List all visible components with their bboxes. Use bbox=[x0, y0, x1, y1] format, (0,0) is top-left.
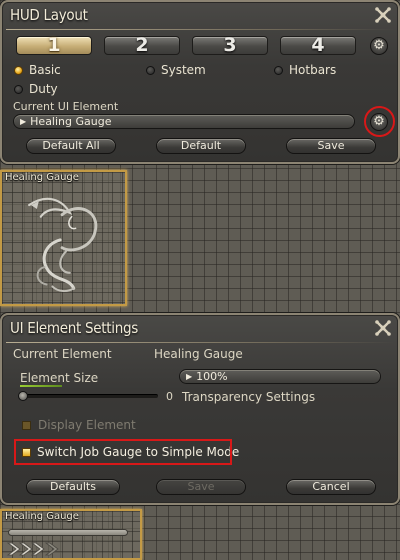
radio-selected-icon bbox=[14, 66, 23, 75]
healing-gauge-preview[interactable]: Healing Gauge bbox=[0, 170, 127, 306]
chevron-stack-icon bbox=[6, 542, 59, 556]
tab-layout-2[interactable]: 2 bbox=[104, 36, 180, 55]
healing-gauge-simple-preview[interactable]: Healing Gauge bbox=[0, 509, 142, 560]
current-element-label: Current Element bbox=[13, 347, 112, 361]
filter-basic[interactable]: Basic bbox=[14, 63, 61, 77]
display-element-checkbox[interactable] bbox=[22, 421, 31, 430]
transparency-slider-handle[interactable] bbox=[18, 391, 28, 401]
caret-right-icon: ▶ bbox=[20, 117, 27, 126]
element-size-accent bbox=[20, 385, 62, 387]
title-divider bbox=[6, 29, 394, 30]
close-icon[interactable] bbox=[374, 319, 392, 337]
filter-basic-label: Basic bbox=[29, 63, 61, 77]
transparency-settings-label: Transparency Settings bbox=[182, 390, 316, 404]
tab-layout-3[interactable]: 3 bbox=[192, 36, 268, 55]
filter-system-label: System bbox=[161, 63, 206, 77]
current-ui-element-dropdown[interactable]: ▶ Healing Gauge bbox=[13, 114, 355, 129]
save-button: Save bbox=[156, 479, 246, 495]
hud-layout-window: HUD Layout 1 2 3 4 ⚙ Basic System Hotbar… bbox=[0, 0, 400, 164]
tab-layout-4[interactable]: 4 bbox=[280, 36, 356, 55]
filter-duty[interactable]: Duty bbox=[14, 82, 58, 96]
layout-settings-gear-icon[interactable]: ⚙ bbox=[370, 37, 388, 55]
filter-system[interactable]: System bbox=[146, 63, 206, 77]
highlight-box bbox=[14, 439, 232, 465]
radio-unselected-icon bbox=[146, 66, 155, 75]
element-size-dropdown[interactable]: ▶ 100% bbox=[179, 369, 381, 384]
default-all-button[interactable]: Default All bbox=[26, 138, 116, 154]
current-ui-element-label: Current UI Element bbox=[13, 100, 119, 113]
highlight-circle bbox=[364, 106, 395, 137]
caret-right-icon: ▶ bbox=[186, 372, 193, 381]
healing-gauge-label: Healing Gauge bbox=[5, 511, 79, 522]
ui-element-settings-title: UI Element Settings bbox=[10, 319, 138, 337]
save-button[interactable]: Save bbox=[286, 138, 376, 154]
hud-layout-title: HUD Layout bbox=[10, 6, 88, 24]
gauge-bar bbox=[8, 529, 128, 536]
ui-element-settings-window: UI Element Settings Current Element Heal… bbox=[0, 313, 400, 505]
radio-unselected-icon bbox=[274, 66, 283, 75]
element-size-value: 100% bbox=[196, 370, 228, 383]
element-size-label: Element Size bbox=[20, 371, 99, 385]
defaults-button[interactable]: Defaults bbox=[26, 479, 120, 495]
display-element-label: Display Element bbox=[38, 418, 136, 432]
cancel-button[interactable]: Cancel bbox=[286, 479, 376, 495]
filter-duty-label: Duty bbox=[29, 82, 58, 96]
lily-flourish-icon bbox=[28, 197, 98, 292]
current-ui-element-value: Healing Gauge bbox=[30, 115, 112, 128]
title-divider bbox=[6, 342, 394, 343]
tab-layout-1[interactable]: 1 bbox=[16, 36, 92, 55]
transparency-slider-track[interactable] bbox=[20, 394, 158, 398]
transparency-value: 0 bbox=[166, 390, 173, 403]
filter-hotbars-label: Hotbars bbox=[289, 63, 337, 77]
radio-unselected-icon bbox=[14, 85, 23, 94]
current-element-value: Healing Gauge bbox=[154, 347, 243, 361]
close-icon[interactable] bbox=[374, 6, 392, 24]
filter-hotbars[interactable]: Hotbars bbox=[274, 63, 336, 77]
default-button[interactable]: Default bbox=[156, 138, 246, 154]
